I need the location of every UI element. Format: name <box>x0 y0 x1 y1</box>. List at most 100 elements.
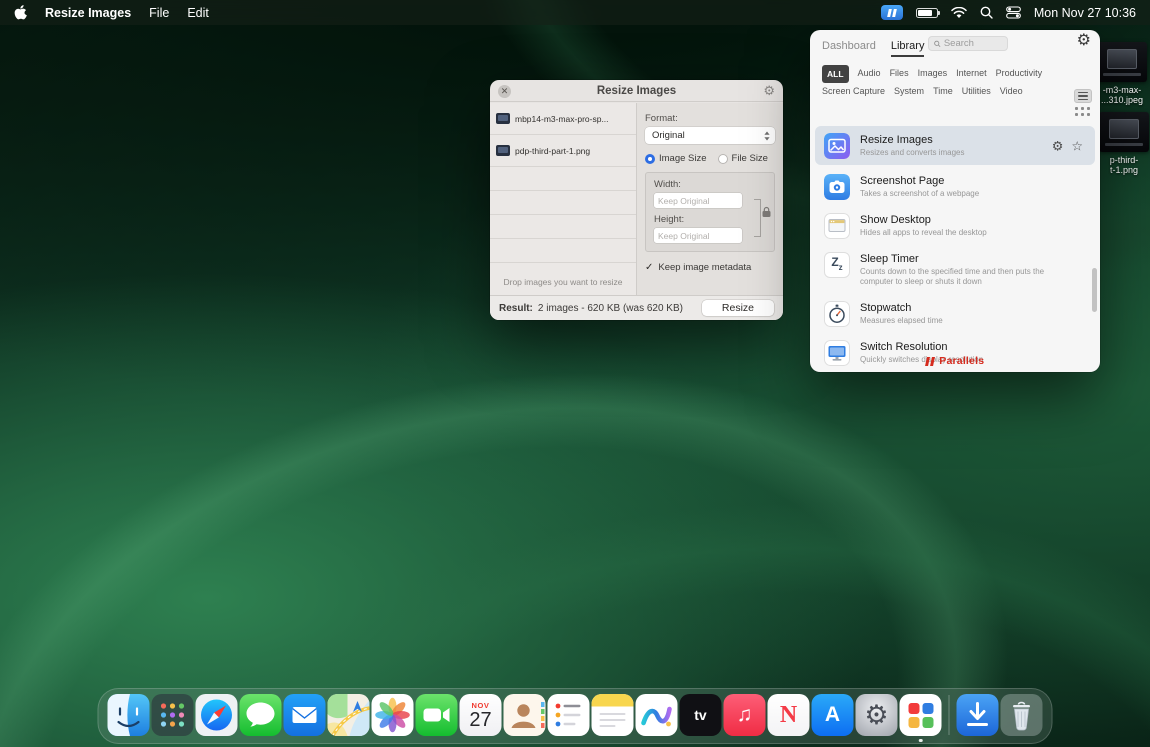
dock-contacts[interactable] <box>504 694 546 736</box>
tool-name: Show Desktop <box>860 214 987 226</box>
dock-notes[interactable] <box>592 694 634 736</box>
gear-icon[interactable]: ⚙ <box>763 83 775 99</box>
window-titlebar[interactable]: ✕ Resize Images ⚙ <box>490 80 783 102</box>
keep-metadata-checkbox[interactable]: ✓ Keep image metadata <box>645 262 775 273</box>
screenshot-page-icon <box>824 174 850 200</box>
menu-bar: Resize Images File Edit Mon Nov 27 10:36 <box>0 0 1150 25</box>
dock-tv[interactable]: tv <box>680 694 722 736</box>
format-value: Original <box>652 130 685 141</box>
dock-news[interactable]: N <box>768 694 810 736</box>
radio-image-size[interactable]: Image Size <box>645 153 707 164</box>
file-row[interactable]: pdp-third-part-1.png <box>490 135 636 167</box>
category-images[interactable]: Images <box>918 65 948 83</box>
dock-downloads[interactable] <box>957 694 999 736</box>
contacts-icon <box>504 694 546 736</box>
tool-settings-icon[interactable]: ⚙ <box>1052 139 1064 152</box>
tool-favorite-icon[interactable]: ☆ <box>1071 139 1083 152</box>
category-system[interactable]: System <box>894 83 924 99</box>
dock-system-settings[interactable]: ⚙ <box>856 694 898 736</box>
category-utilities[interactable]: Utilities <box>962 83 991 99</box>
dock-safari[interactable] <box>196 694 238 736</box>
apple-icon <box>14 5 27 20</box>
category-time[interactable]: Time <box>933 83 953 99</box>
control-center-icon[interactable] <box>1006 6 1021 19</box>
tool-name: Sleep Timer <box>860 253 1052 265</box>
menu-file[interactable]: File <box>149 6 169 20</box>
dock-facetime[interactable] <box>416 694 458 736</box>
height-input[interactable] <box>654 228 742 243</box>
format-dropdown[interactable]: Original <box>645 127 775 144</box>
category-internet[interactable]: Internet <box>956 65 987 83</box>
apple-menu[interactable] <box>14 5 27 20</box>
search-icon <box>934 40 941 48</box>
search-field[interactable] <box>928 36 1008 51</box>
tab-dashboard[interactable]: Dashboard <box>822 40 876 57</box>
file-row[interactable]: mbp14-m3-max-pro-sp... <box>490 103 636 135</box>
tool-row-sleep-timer[interactable]: Z z Sleep Timer Counts down to the speci… <box>810 245 1100 294</box>
tool-name: Resize Images <box>860 134 965 146</box>
freeform-icon <box>636 694 678 736</box>
file-row-empty <box>490 191 636 215</box>
width-input[interactable] <box>654 193 742 208</box>
menu-edit[interactable]: Edit <box>187 6 209 20</box>
category-video[interactable]: Video <box>1000 83 1023 99</box>
menubar-app-name[interactable]: Resize Images <box>45 6 131 20</box>
parallels-status-icon[interactable] <box>881 5 903 20</box>
tool-name: Stopwatch <box>860 302 943 314</box>
category-productivity[interactable]: Productivity <box>996 65 1043 83</box>
parallels-toolbox-icon <box>908 703 933 728</box>
tool-description: Takes a screenshot of a webpage <box>860 189 979 199</box>
dock-messages[interactable] <box>240 694 282 736</box>
battery-icon[interactable] <box>916 8 938 18</box>
desktop-file-icon-png[interactable]: p-third- t-1.png <box>1095 112 1150 176</box>
file-name: mbp14-m3-max-pro-sp... <box>515 114 609 124</box>
category-audio[interactable]: Audio <box>858 65 881 83</box>
tool-row-show-desktop[interactable]: Show Desktop Hides all apps to reveal th… <box>810 206 1100 245</box>
dock-reminders[interactable] <box>548 694 590 736</box>
settings-gear-icon[interactable]: ⚙ <box>1077 33 1091 49</box>
category-all[interactable]: ALL <box>822 65 849 83</box>
dock-maps[interactable] <box>328 694 370 736</box>
tool-row-screenshot-page[interactable]: Screenshot Page Takes a screenshot of a … <box>810 167 1100 206</box>
dock-photos[interactable] <box>372 694 414 736</box>
size-group: Width: Height: <box>645 172 775 252</box>
category-files[interactable]: Files <box>890 65 909 83</box>
radio-file-size[interactable]: File Size <box>718 153 768 164</box>
width-label: Width: <box>654 179 750 190</box>
reminders-icon <box>548 694 590 736</box>
close-icon[interactable]: ✕ <box>498 85 511 98</box>
scrollbar[interactable] <box>1092 268 1097 312</box>
lock-icon[interactable] <box>762 207 771 218</box>
parallels-toolbox-window: Dashboard Library ⚙ ALL Audio Files Imag… <box>810 30 1100 372</box>
tv-logo: tv <box>694 707 706 723</box>
file-row-empty <box>490 239 636 263</box>
news-logo: N <box>780 702 797 729</box>
tool-name: Screenshot Page <box>860 175 979 187</box>
height-label: Height: <box>654 214 750 225</box>
search-icon[interactable] <box>980 6 993 19</box>
stopwatch-icon <box>824 301 850 327</box>
tool-description: Hides all apps to reveal the desktop <box>860 228 987 238</box>
resize-button[interactable]: Resize <box>702 300 774 316</box>
tab-library[interactable]: Library <box>891 40 925 57</box>
tool-row-resize-images[interactable]: Resize Images Resizes and converts image… <box>815 126 1095 165</box>
dock-launchpad[interactable] <box>152 694 194 736</box>
dock-app-store[interactable]: A <box>812 694 854 736</box>
category-screen-capture[interactable]: Screen Capture <box>822 83 885 99</box>
dock-trash[interactable] <box>1001 694 1043 736</box>
grid-view-icon[interactable] <box>1075 107 1091 117</box>
dock-finder[interactable] <box>108 694 150 736</box>
dock-music[interactable]: ♫ <box>724 694 766 736</box>
wifi-icon[interactable] <box>951 7 967 19</box>
search-input[interactable] <box>944 38 1002 49</box>
desktop-file-icon-jpeg[interactable]: -m3-max- ...310.jpeg <box>1093 42 1150 106</box>
menubar-clock[interactable]: Mon Nov 27 10:36 <box>1034 6 1136 20</box>
dock-mail[interactable] <box>284 694 326 736</box>
dock-parallels-toolbox[interactable] <box>900 694 942 736</box>
window-footer: Result: 2 images - 620 KB (was 620 KB) R… <box>490 295 783 320</box>
tool-list: Resize Images Resizes and converts image… <box>810 126 1100 372</box>
list-view-icon[interactable] <box>1074 89 1092 103</box>
dock-freeform[interactable] <box>636 694 678 736</box>
dock-calendar[interactable]: NOV 27 <box>460 694 502 736</box>
tool-row-stopwatch[interactable]: Stopwatch Measures elapsed time <box>810 294 1100 333</box>
